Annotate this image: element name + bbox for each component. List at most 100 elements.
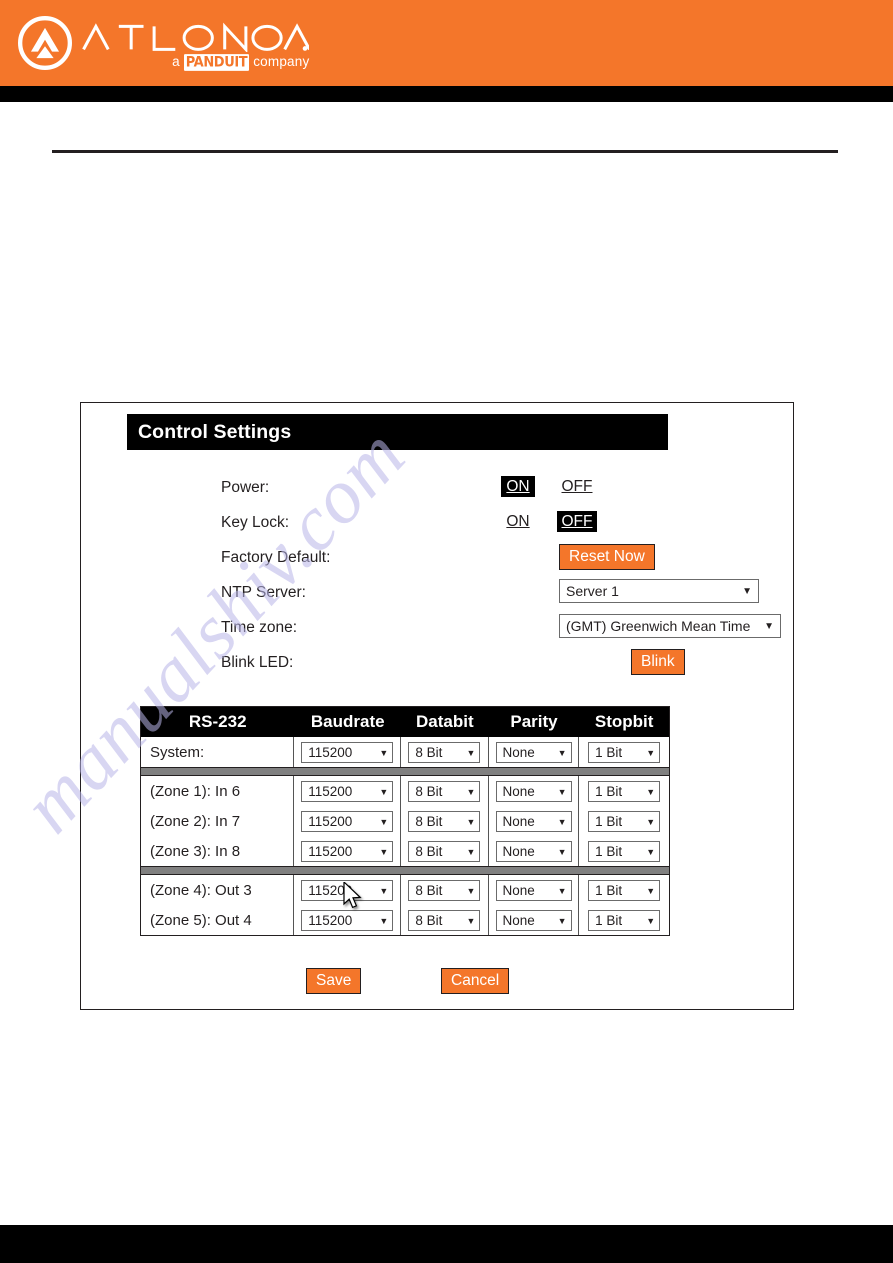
row-stopbit-cell: 1 Bit ▼ <box>579 875 669 905</box>
value: 1 Bit <box>595 843 623 859</box>
atlona-wordmark-block: a PANDUIT company <box>80 16 310 71</box>
time-zone-select[interactable]: (GMT) Greenwich Mean Time ▼ <box>559 614 781 638</box>
chevron-down-icon: ▼ <box>379 846 389 857</box>
setting-row-key-lock: Key Lock: ON OFF <box>139 508 739 543</box>
zone4-databit-select[interactable]: 8 Bit ▼ <box>408 879 481 901</box>
save-button[interactable]: Save <box>306 968 362 994</box>
zone2-parity-select[interactable]: None ▼ <box>495 810 572 832</box>
settings-list: Power: ON OFF Key Lock: ON OFF Factory D… <box>139 473 781 683</box>
atlona-wordmark-icon <box>82 22 310 52</box>
value: 1 Bit <box>595 882 623 898</box>
chevron-down-icon: ▼ <box>557 747 567 758</box>
setting-label-ntp-server: NTP Server: <box>221 584 306 601</box>
zone1-databit-select[interactable]: 8 Bit ▼ <box>408 780 481 802</box>
panel-action-bar: Save Cancel <box>81 968 795 1000</box>
setting-control-factory-default: Reset Now <box>439 543 739 573</box>
value: None <box>502 783 535 799</box>
value: 8 Bit <box>415 813 443 829</box>
time-zone-value: (GMT) Greenwich Mean Time <box>566 618 751 634</box>
value: None <box>502 744 535 760</box>
key-lock-off-option[interactable]: OFF <box>557 511 597 532</box>
zone2-stopbit-select[interactable]: 1 Bit ▼ <box>588 810 661 832</box>
setting-label-factory-default: Factory Default: <box>221 549 331 566</box>
zone2-databit-select[interactable]: 8 Bit ▼ <box>408 810 481 832</box>
column-header-baudrate: Baudrate <box>310 712 385 731</box>
chevron-down-icon: ▼ <box>557 885 567 896</box>
value: 1 Bit <box>595 912 623 928</box>
value: None <box>502 882 535 898</box>
chevron-down-icon: ▼ <box>557 786 567 797</box>
power-off-option[interactable]: OFF <box>557 476 597 497</box>
zone2-baudrate-select[interactable]: 115200 ▼ <box>301 810 394 832</box>
zone5-parity-select[interactable]: None ▼ <box>495 909 572 931</box>
value: None <box>502 813 535 829</box>
zone1-baudrate-select[interactable]: 115200 ▼ <box>301 780 394 802</box>
chevron-down-icon: ▼ <box>557 816 567 827</box>
header-black-bar <box>0 86 893 102</box>
atlona-logo: a PANDUIT company <box>18 16 310 71</box>
system-parity-select[interactable]: None ▼ <box>495 741 572 763</box>
zone1-parity-select[interactable]: None ▼ <box>495 780 572 802</box>
page-footer-bar <box>0 1225 893 1263</box>
setting-label-blink-led: Blink LED: <box>221 654 294 671</box>
row-databit-cell: 8 Bit ▼ <box>401 776 489 806</box>
value: 1 Bit <box>595 744 623 760</box>
rs232-table-header: RS-232 Baudrate Databit Parity Stopbit <box>141 707 669 737</box>
chevron-down-icon: ▼ <box>466 915 476 926</box>
zone3-baudrate-select[interactable]: 115200 ▼ <box>301 840 394 862</box>
power-onoff-group: ON OFF <box>501 476 597 497</box>
row-parity-cell: None ▼ <box>489 737 580 767</box>
zone5-databit-select[interactable]: 8 Bit ▼ <box>408 909 481 931</box>
chevron-down-icon: ▼ <box>557 846 567 857</box>
column-header-stopbit: Stopbit <box>594 712 654 731</box>
ntp-server-select[interactable]: Server 1 ▼ <box>559 579 759 603</box>
panduit-brand-text: PANDUIT <box>183 54 250 71</box>
table-row: System: 115200 ▼ 8 Bit ▼ None ▼ 1 Bit ▼ <box>141 737 669 767</box>
key-lock-on-option[interactable]: ON <box>501 511 535 532</box>
setting-control-blink-led: Blink <box>439 648 739 678</box>
value: None <box>502 912 535 928</box>
zone5-stopbit-select[interactable]: 1 Bit ▼ <box>588 909 661 931</box>
zone4-stopbit-select[interactable]: 1 Bit ▼ <box>588 879 661 901</box>
system-baudrate-select[interactable]: 115200 ▼ <box>301 741 394 763</box>
zone3-parity-select[interactable]: None ▼ <box>495 840 572 862</box>
power-on-option[interactable]: ON <box>501 476 535 497</box>
atlona-circle-chevron-logo-icon <box>18 16 72 70</box>
zone3-databit-select[interactable]: 8 Bit ▼ <box>408 840 481 862</box>
blink-button[interactable]: Blink <box>631 649 685 675</box>
row-baudrate-cell: 115200 ▼ <box>294 776 402 806</box>
chevron-down-icon: ▼ <box>466 816 476 827</box>
value: 115200 <box>308 912 353 928</box>
row-databit-cell: 8 Bit ▼ <box>401 806 489 836</box>
chevron-down-icon: ▼ <box>764 621 774 632</box>
zone5-baudrate-select[interactable]: 115200 ▼ <box>301 909 394 931</box>
chevron-down-icon: ▼ <box>379 885 389 896</box>
reset-now-button[interactable]: Reset Now <box>559 544 655 570</box>
table-row: (Zone 5): Out 4 115200 ▼ 8 Bit ▼ None ▼ <box>141 905 669 935</box>
zone4-baudrate-select[interactable]: 115200 ▼ <box>301 879 394 901</box>
row-parity-cell: None ▼ <box>489 875 580 905</box>
column-header-databit: Databit <box>416 712 474 731</box>
zone4-parity-select[interactable]: None ▼ <box>495 879 572 901</box>
row-stopbit-cell: 1 Bit ▼ <box>579 905 669 935</box>
header-horizontal-rule <box>52 150 838 153</box>
table-row: (Zone 2): In 7 115200 ▼ 8 Bit ▼ None ▼ 1… <box>141 806 669 836</box>
system-databit-select[interactable]: 8 Bit ▼ <box>408 741 481 763</box>
setting-row-ntp-server: NTP Server: Server 1 ▼ <box>139 578 759 613</box>
row-label: (Zone 2): In 7 <box>141 806 295 836</box>
chevron-down-icon: ▼ <box>646 885 656 896</box>
cancel-button[interactable]: Cancel <box>441 968 510 994</box>
zone1-stopbit-select[interactable]: 1 Bit ▼ <box>588 780 661 802</box>
system-stopbit-select[interactable]: 1 Bit ▼ <box>588 741 661 763</box>
row-stopbit-cell: 1 Bit ▼ <box>579 737 669 767</box>
ntp-server-value: Server 1 <box>566 583 619 599</box>
column-header-rs232: RS-232 <box>188 712 247 731</box>
row-databit-cell: 8 Bit ▼ <box>401 875 489 905</box>
row-baudrate-cell: 115200 ▼ <box>294 806 402 836</box>
row-parity-cell: None ▼ <box>489 836 580 866</box>
chevron-down-icon: ▼ <box>742 586 752 597</box>
panduit-tagline: a PANDUIT company <box>80 54 309 71</box>
row-databit-cell: 8 Bit ▼ <box>401 836 489 866</box>
value: 1 Bit <box>595 783 623 799</box>
zone3-stopbit-select[interactable]: 1 Bit ▼ <box>588 840 661 862</box>
